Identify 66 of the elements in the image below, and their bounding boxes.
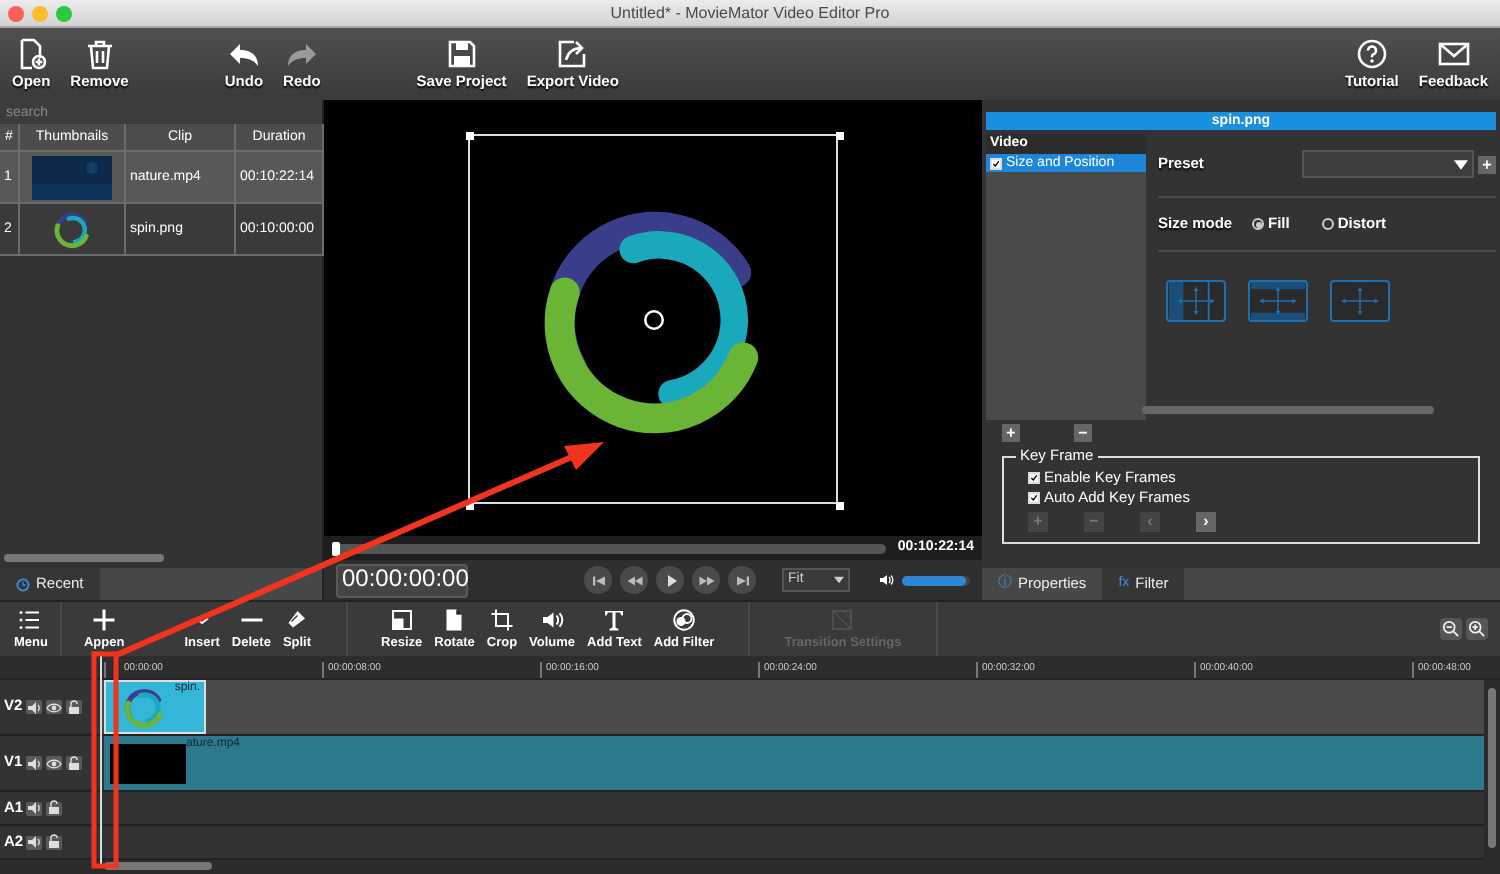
mail-icon	[1437, 37, 1470, 70]
window-title: Untitled* - MovieMator Video Editor Pro	[610, 4, 890, 22]
add-button[interactable]: +	[1478, 155, 1496, 173]
skip-forward-icon	[733, 571, 751, 589]
crop-icon	[489, 607, 514, 632]
skip-back-button[interactable]	[584, 566, 612, 594]
text-icon	[602, 607, 627, 632]
zoom-in-button[interactable]	[1466, 618, 1488, 640]
list-button[interactable]: +	[1002, 424, 1020, 442]
keyframe-button[interactable]: ›	[1196, 512, 1216, 532]
resize-handle[interactable]	[466, 131, 474, 139]
resize-handle[interactable]	[466, 501, 474, 509]
spiral-logo-icon	[52, 209, 92, 249]
checkbox[interactable]	[990, 157, 1002, 170]
lock-button[interactable]	[46, 801, 62, 815]
menu-icon	[18, 607, 43, 632]
fast-forward-button[interactable]	[692, 566, 720, 594]
alignment-button[interactable]	[1248, 280, 1308, 323]
caret-icon	[1454, 159, 1468, 169]
radio-circle[interactable]	[1252, 218, 1264, 231]
skip-back-icon	[589, 571, 607, 589]
scrollbar[interactable]	[104, 862, 212, 870]
checkbox-box[interactable]	[1028, 492, 1040, 504]
resize-handle[interactable]	[836, 131, 844, 139]
clock-icon	[16, 577, 30, 591]
play-button[interactable]	[656, 566, 684, 594]
mute-button[interactable]	[26, 835, 42, 849]
resize-handle[interactable]	[836, 501, 844, 509]
alignment-button[interactable]	[1330, 280, 1390, 323]
scrollbar[interactable]	[1488, 688, 1496, 848]
skip-forward-button[interactable]	[728, 566, 756, 594]
blade-icon	[284, 607, 309, 632]
mute-button[interactable]	[26, 700, 42, 714]
lock-button[interactable]	[46, 835, 62, 849]
lock-button[interactable]	[66, 756, 82, 770]
mute-button[interactable]	[26, 801, 42, 815]
scrollbar[interactable]	[1142, 406, 1434, 414]
trash-icon	[83, 37, 116, 70]
visibility-button[interactable]	[46, 756, 62, 770]
document-icon	[15, 37, 48, 70]
alignment-button[interactable]	[1166, 280, 1226, 323]
checkbox-box[interactable]	[1028, 472, 1040, 484]
radio-circle[interactable]	[1321, 218, 1334, 231]
slider-thumb[interactable]	[332, 541, 340, 555]
seek-slider[interactable]	[332, 543, 886, 553]
fast-forward-icon	[697, 571, 715, 589]
visibility-button[interactable]	[46, 700, 62, 714]
help-icon	[1355, 37, 1388, 70]
mute-button[interactable]	[26, 756, 42, 770]
resize-icon	[389, 607, 414, 632]
rewind-button[interactable]	[620, 566, 648, 594]
scrollbar[interactable]	[4, 554, 164, 562]
plus-icon	[92, 607, 117, 632]
speaker-icon	[540, 607, 565, 632]
speaker-icon	[878, 572, 894, 588]
rewind-icon	[625, 571, 643, 589]
list-button[interactable]: −	[1074, 424, 1092, 442]
caret-icon	[834, 576, 844, 584]
lock-button[interactable]	[66, 700, 82, 714]
clip-thumbnail	[110, 744, 186, 784]
spiral-logo-icon	[122, 686, 166, 730]
page-icon	[442, 607, 467, 632]
export-icon	[556, 37, 589, 70]
filter-icon	[672, 607, 697, 632]
zoom-out-button[interactable]	[1440, 618, 1462, 640]
timecode-field[interactable]: 00:00:00:00	[336, 563, 468, 597]
